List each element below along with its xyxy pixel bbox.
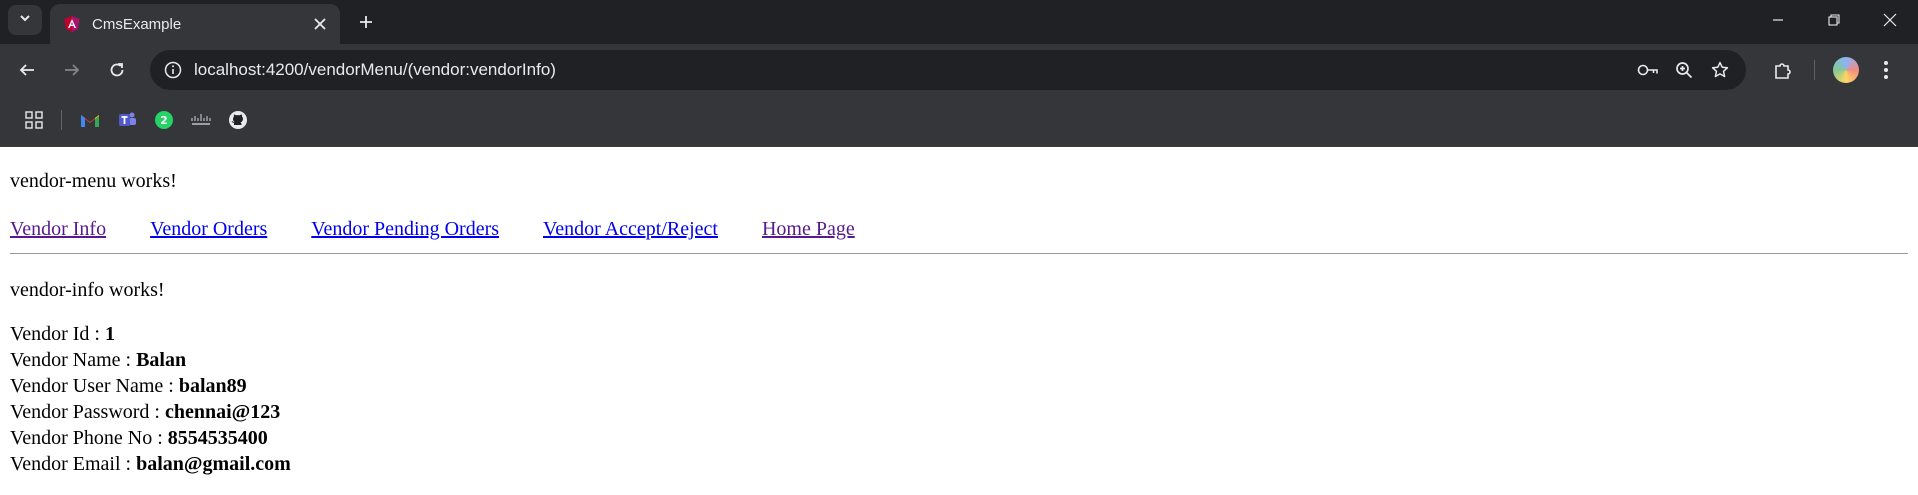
field-label: Vendor Id : xyxy=(10,323,105,345)
horizontal-rule xyxy=(10,253,1908,254)
teams-icon[interactable] xyxy=(113,106,141,134)
close-window-icon xyxy=(1883,13,1897,27)
vendor-name-value: Balan xyxy=(136,349,187,371)
vendor-password-row: Vendor Password : chennai@123 xyxy=(10,399,1908,425)
whatsapp-icon[interactable]: 2 xyxy=(150,106,178,134)
vendor-password-value: chennai@123 xyxy=(165,401,281,423)
nav-link-vendor-accept-reject[interactable]: Vendor Accept/Reject xyxy=(543,217,718,241)
field-label: Vendor Name : xyxy=(10,349,137,371)
url-text[interactable]: localhost:4200/vendorMenu/(vendor:vendor… xyxy=(194,60,1630,80)
reload-button[interactable] xyxy=(102,55,132,85)
bookmarks-divider xyxy=(61,110,62,130)
vendor-id-row: Vendor Id : 1 xyxy=(10,321,1908,347)
vendor-email-value: balan@gmail.com xyxy=(136,453,291,475)
site-info-icon[interactable] xyxy=(162,59,184,81)
page-content: vendor-menu works! Vendor Info Vendor Or… xyxy=(0,169,1918,477)
chevron-down-icon xyxy=(18,11,32,30)
angular-icon xyxy=(62,14,82,34)
zoom-icon[interactable] xyxy=(1666,52,1702,88)
close-icon[interactable] xyxy=(306,10,334,38)
field-label: Vendor Password : xyxy=(10,401,165,423)
apps-grid-icon[interactable] xyxy=(20,106,48,134)
restore-icon xyxy=(1828,14,1840,26)
vendor-phone-value: 8554535400 xyxy=(167,427,268,449)
profile-avatar[interactable] xyxy=(1829,53,1863,87)
toolbar-divider xyxy=(1814,60,1815,80)
vendor-username-row: Vendor User Name : balan89 xyxy=(10,373,1908,399)
nav-link-vendor-info[interactable]: Vendor Info xyxy=(10,217,106,241)
tab-search-button[interactable] xyxy=(8,5,42,35)
minimize-icon xyxy=(1773,19,1783,21)
nav-link-vendor-pending-orders[interactable]: Vendor Pending Orders xyxy=(311,217,499,241)
password-key-icon[interactable] xyxy=(1630,52,1666,88)
plus-icon xyxy=(360,16,372,28)
toolbar-right xyxy=(1766,53,1903,87)
vendor-nav: Vendor Info Vendor Orders Vendor Pending… xyxy=(10,217,1908,241)
svg-text:2: 2 xyxy=(160,114,168,127)
close-window-button[interactable] xyxy=(1862,0,1918,40)
vendor-phone-row: Vendor Phone No : 8554535400 xyxy=(10,425,1908,451)
back-arrow-icon xyxy=(19,64,34,76)
field-label: Vendor Email : xyxy=(10,453,137,475)
browser-toolbar: localhost:4200/vendorMenu/(vendor:vendor… xyxy=(0,44,1918,94)
cisco-icon[interactable] xyxy=(187,106,215,134)
tab-strip: CmsExample xyxy=(0,0,1918,44)
vendor-info-details: Vendor Id : 1 Vendor Name : Balan Vendor… xyxy=(10,321,1908,477)
bookmark-star-icon[interactable] xyxy=(1702,52,1738,88)
reload-icon xyxy=(110,63,124,77)
vendor-info-heading: vendor-info works! xyxy=(10,279,165,301)
vendor-email-row: Vendor Email : balan@gmail.com xyxy=(10,451,1908,477)
address-bar[interactable]: localhost:4200/vendorMenu/(vendor:vendor… xyxy=(150,50,1746,90)
extensions-icon[interactable] xyxy=(1766,53,1800,87)
minimize-button[interactable] xyxy=(1750,0,1806,40)
bookmarks-bar: 2 xyxy=(0,94,1918,147)
more-menu-icon[interactable] xyxy=(1869,53,1903,87)
github-icon[interactable] xyxy=(224,106,252,134)
tab-title: CmsExample xyxy=(92,15,182,33)
vendor-id-value: 1 xyxy=(104,323,115,345)
field-label: Vendor User Name : xyxy=(10,375,179,397)
vendor-username-value: balan89 xyxy=(178,375,247,397)
nav-link-vendor-orders[interactable]: Vendor Orders xyxy=(150,217,267,241)
forward-arrow-icon xyxy=(65,64,80,76)
nav-link-home-page[interactable]: Home Page xyxy=(762,217,855,241)
new-tab-button[interactable] xyxy=(352,8,380,36)
gmail-icon[interactable] xyxy=(76,106,104,134)
forward-button[interactable] xyxy=(57,55,87,85)
back-button[interactable] xyxy=(12,55,42,85)
field-label: Vendor Phone No : xyxy=(10,427,168,449)
tab-cmsexample[interactable]: CmsExample xyxy=(50,4,340,44)
vendor-name-row: Vendor Name : Balan xyxy=(10,347,1908,373)
vendor-menu-heading: vendor-menu works! xyxy=(10,170,177,192)
restore-button[interactable] xyxy=(1806,0,1862,40)
window-controls xyxy=(1750,0,1918,40)
